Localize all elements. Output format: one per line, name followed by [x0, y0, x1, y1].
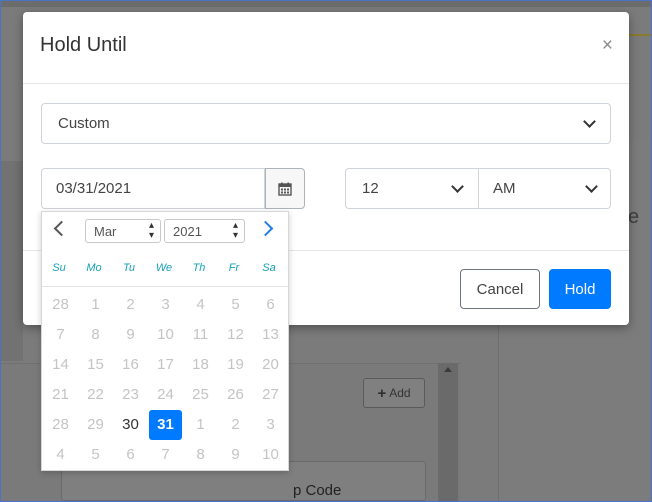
calendar-day: 29	[87, 416, 104, 433]
calendar-day: 2	[126, 296, 135, 313]
year-select[interactable]: 2021 ▴ ▾	[164, 219, 245, 243]
calendar-day[interactable]: 30	[114, 410, 147, 440]
weekday-label: Th	[192, 262, 206, 274]
chevron-down-icon	[585, 180, 598, 193]
date-input-value: 03/31/2021	[56, 180, 132, 197]
month-value: Mar	[94, 223, 117, 239]
weekday-label: Mo	[86, 262, 102, 274]
calendar-day: 19	[227, 356, 244, 373]
calendar-day: 17	[157, 356, 174, 373]
background-partial-heading: e	[628, 206, 640, 228]
weekday-label: Su	[52, 262, 66, 274]
weekday-label: We	[155, 262, 173, 274]
hour-value: 12	[362, 180, 379, 197]
month-select[interactable]: Mar ▴ ▾	[85, 219, 161, 243]
hour-select[interactable]: 12	[345, 168, 479, 209]
date-input[interactable]: 03/31/2021	[41, 168, 265, 209]
calendar-day: 5	[91, 446, 100, 463]
calendar-day: 4	[56, 446, 65, 463]
modal-title: Hold Until	[40, 34, 127, 56]
year-value: 2021	[173, 223, 202, 239]
hold-button[interactable]: Hold	[549, 269, 611, 309]
calendar-day: 7	[56, 326, 65, 343]
close-icon[interactable]: ×	[602, 36, 613, 55]
calendar-day: 5	[231, 296, 240, 313]
hold-mode-value: Custom	[58, 115, 110, 132]
weekday-label: Sa	[262, 262, 276, 274]
plus-icon: +	[377, 384, 387, 402]
background-add-button: + Add	[363, 378, 425, 408]
calendar-day-selected[interactable]: 31	[149, 410, 182, 440]
calendar-day: 26	[227, 386, 244, 403]
next-month-icon[interactable]	[257, 220, 274, 237]
calendar-icon	[278, 182, 292, 196]
background-top-bar	[1, 1, 651, 7]
calendar-day: 14	[52, 356, 69, 373]
calendar-day: 10	[262, 446, 279, 463]
calendar-day: 4	[196, 296, 205, 313]
calendar-day: 6	[126, 446, 135, 463]
calendar-day: 28	[52, 296, 69, 313]
calendar-day: 8	[91, 326, 100, 343]
calendar-day: 3	[266, 416, 275, 433]
calendar-day: 7	[161, 446, 170, 463]
calendar-day: 3	[161, 296, 170, 313]
background-field-label: p Code	[293, 482, 342, 499]
chevron-down-icon	[451, 180, 464, 193]
weekday-label: Fr	[228, 262, 240, 274]
calendar-day: 11	[192, 326, 209, 343]
hold-mode-select[interactable]: Custom	[41, 103, 611, 144]
calendar-day: 12	[227, 326, 244, 343]
calendar-day: 28	[52, 416, 69, 433]
ampm-select[interactable]: AM	[479, 168, 611, 209]
calendar-day: 15	[87, 356, 104, 373]
calendar-day: 16	[122, 356, 139, 373]
screen-frame: e + Add p Code Hold Until × Custom 03/31…	[0, 0, 652, 502]
calendar-day: 10	[157, 326, 174, 343]
calendar-day: 2	[231, 416, 240, 433]
background-scrollbar	[438, 363, 458, 501]
calendar-day: 21	[52, 386, 69, 403]
calendar-day: 9	[126, 326, 135, 343]
updown-arrows-icon: ▴ ▾	[148, 220, 154, 241]
calendar-day: 27	[262, 386, 279, 403]
calendar-day: 1	[91, 296, 100, 313]
calendar-day: 1	[196, 416, 205, 433]
calendar-day: 22	[87, 386, 104, 403]
calendar-day: 20	[262, 356, 279, 373]
calendar-day: 24	[157, 386, 174, 403]
calendar-day: 13	[262, 326, 279, 343]
chevron-down-icon	[583, 115, 596, 128]
ampm-value: AM	[493, 180, 516, 197]
calendar-day: 6	[266, 296, 275, 313]
calendar-day: 8	[196, 446, 205, 463]
calendar-day: 18	[192, 356, 209, 373]
weekday-header: Su Mo Tu We Th Fr Sa	[42, 256, 288, 287]
background-left-panel	[1, 161, 23, 361]
previous-month-icon[interactable]	[53, 220, 70, 237]
calendar-button[interactable]	[265, 168, 305, 209]
scroll-up-arrow-icon	[444, 367, 452, 372]
calendar-day: 25	[192, 386, 209, 403]
modal-header: Hold Until ×	[23, 12, 629, 84]
background-add-label: Add	[389, 386, 411, 400]
updown-arrows-icon: ▴ ▾	[232, 220, 238, 241]
datepicker-popup: Mar ▴ ▾ 2021 ▴ ▾ Su Mo Tu We Th Fr Sa 28 1 2…	[41, 211, 289, 471]
weekday-label: Tu	[122, 262, 136, 274]
calendar-day: 23	[122, 386, 139, 403]
calendar-day: 9	[231, 446, 240, 463]
cancel-button[interactable]: Cancel	[460, 269, 540, 309]
